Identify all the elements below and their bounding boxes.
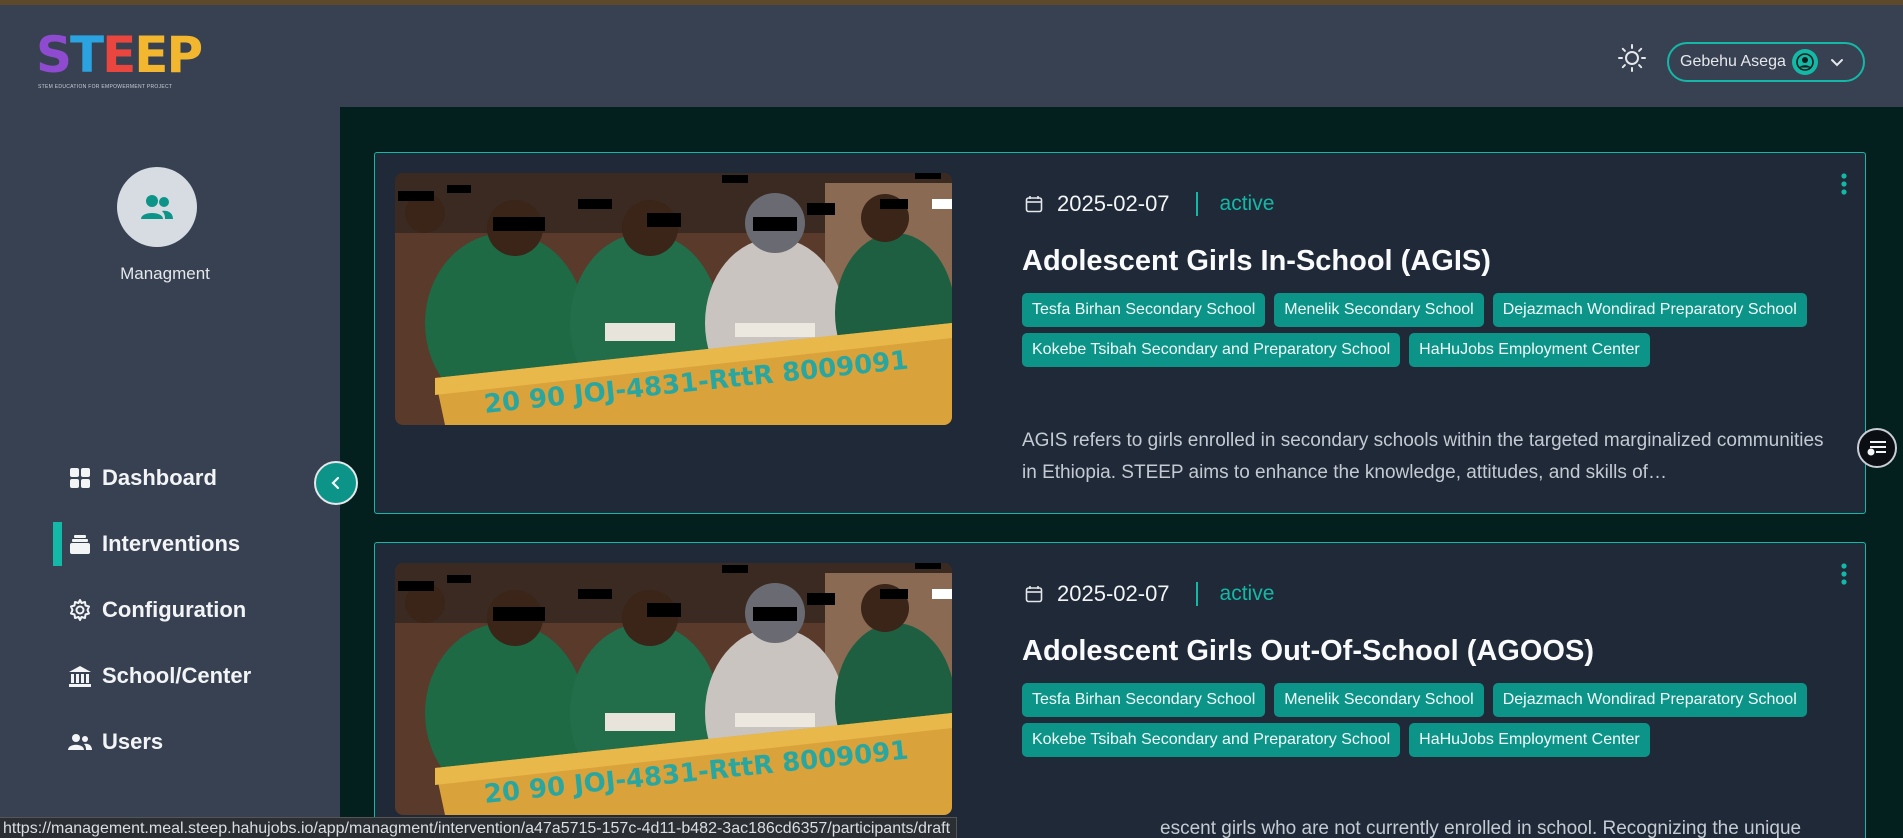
user-avatar-icon [1791, 49, 1818, 75]
sidebar-item-dashboard[interactable]: Dashboard [68, 463, 217, 493]
school-tag: Tesfa Birhan Secondary School [1022, 293, 1266, 327]
calendar-icon [1025, 585, 1043, 603]
logo-subtitle: STEM EDUCATION FOR EMPOWERMENT PROJECT [38, 84, 173, 90]
sidebar-item-label: Users [102, 729, 164, 754]
users-icon [68, 730, 92, 754]
intervention-date: 2025-02-07 [1057, 191, 1170, 216]
date-status-row: 2025-02-07 active [1025, 579, 1274, 609]
school-tag: Menelik Secondary School [1274, 293, 1484, 327]
section-label: Managment [120, 264, 210, 283]
sidebar-item-configuration[interactable]: Configuration [68, 595, 246, 625]
logo-wordmark: STEEP [36, 26, 203, 84]
status-label: active [1219, 192, 1275, 215]
intervention-title[interactable]: Adolescent Girls Out-Of-School (AGOOS) [1022, 635, 1594, 668]
steep-logo[interactable]: STEEP STEM EDUCATION FOR EMPOWERMENT PRO… [36, 27, 221, 95]
intervention-description: escent girls who are not currently enrol… [1160, 818, 1802, 838]
school-tag: Menelik Secondary School [1274, 683, 1484, 717]
intervention-title[interactable]: Adolescent Girls In-School (AGIS) [1022, 245, 1491, 278]
chevron-left-icon [331, 476, 340, 490]
sidebar-item-label: Interventions [102, 531, 241, 556]
more-options-icon[interactable] [1841, 563, 1847, 585]
school-tag: Dejazmach Wondirad Preparatory School [1492, 683, 1807, 717]
management-users-icon [117, 167, 197, 247]
school-tag: Kokebe Tsibah Secondary and Preparatory … [1022, 723, 1401, 757]
sidebar-item-users[interactable]: Users [68, 727, 163, 757]
school-tag: Tesfa Birhan Secondary School [1022, 683, 1266, 717]
school-tag: Dejazmach Wondirad Preparatory School [1492, 293, 1807, 327]
intervention-description: AGIS refers to girls enrolled in seconda… [1022, 430, 1824, 483]
grid-icon [68, 466, 92, 490]
chevron-down-icon [1830, 55, 1844, 69]
top-header: STEEP STEM EDUCATION FOR EMPOWERMENT PRO… [0, 5, 1903, 107]
more-options-icon[interactable] [1841, 173, 1847, 195]
calendar-icon [1025, 195, 1043, 213]
intervention-image: 20 90 JOJ-4831-RttR 8009091 [395, 563, 952, 815]
divider [1195, 192, 1198, 216]
gear-icon [68, 598, 92, 622]
collapse-sidebar-button[interactable] [314, 461, 358, 505]
floating-menu-button[interactable] [1857, 428, 1897, 468]
intervention-image: 20 90 JOJ-4831-RttR 8009091 [395, 173, 952, 425]
sidebar-item-school-center[interactable]: School/Center [68, 661, 251, 691]
sidebar-item-label: Configuration [102, 597, 247, 622]
school-tag: HaHuJobs Employment Center [1409, 333, 1650, 367]
school-tag: Kokebe Tsibah Secondary and Preparatory … [1022, 333, 1401, 367]
sun-icon[interactable] [1617, 43, 1647, 73]
user-menu-button[interactable]: Gebehu Asega [1667, 42, 1865, 82]
school-icon [68, 664, 92, 688]
divider [1195, 582, 1198, 606]
intervention-date: 2025-02-07 [1057, 581, 1170, 606]
school-tags: Tesfa Birhan Secondary School Menelik Se… [1022, 683, 1842, 757]
active-indicator [53, 522, 62, 566]
sidebar-item-interventions[interactable]: Interventions [68, 529, 240, 559]
link-preview-url: https://management.meal.steep.hahujobs.i… [0, 817, 958, 838]
sidebar-item-label: School/Center [102, 663, 252, 688]
intervention-card[interactable]: 20 90 JOJ-4831-RttR 8009091 2025-02-07 a… [374, 152, 1866, 514]
school-tag: HaHuJobs Employment Center [1409, 723, 1650, 757]
sidebar-item-label: Dashboard [102, 465, 217, 490]
intervention-card[interactable]: 20 90 JOJ-4831-RttR 8009091 2025-02-07 a… [374, 542, 1866, 838]
school-tags: Tesfa Birhan Secondary School Menelik Se… [1022, 293, 1842, 367]
stack-icon [68, 532, 92, 556]
list-settings-icon [1867, 441, 1886, 456]
sidebar: Managment Dashboard Interventions Config… [0, 107, 340, 838]
date-status-row: 2025-02-07 active [1025, 189, 1274, 219]
status-label: active [1219, 582, 1275, 605]
user-name: Gebehu Asega [1680, 53, 1786, 70]
